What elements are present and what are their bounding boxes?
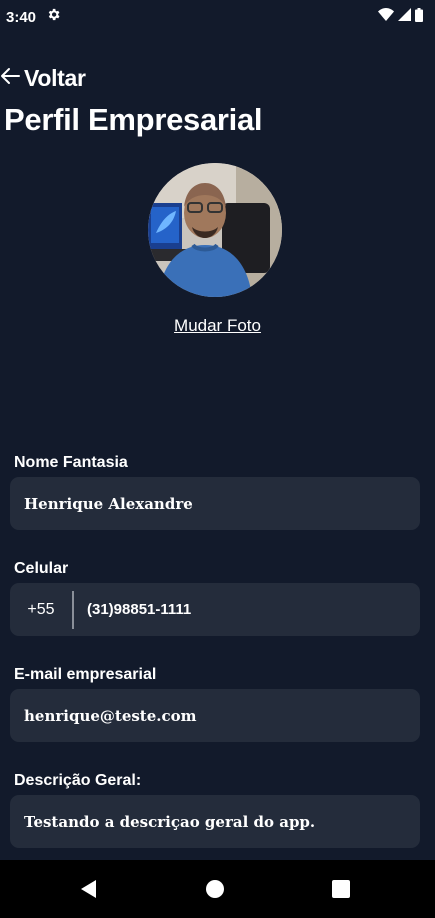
phone-label: Celular xyxy=(14,560,69,577)
battery-icon xyxy=(415,7,423,27)
back-button[interactable]: Voltar xyxy=(0,62,86,94)
email-label: E-mail empresarial xyxy=(14,666,157,683)
cell-signal-icon xyxy=(398,8,411,26)
status-right xyxy=(378,7,423,27)
description-label: Descrição Geral: xyxy=(14,772,142,789)
phone-value: (31)98851-1111 xyxy=(87,601,192,618)
description-value: Testando a descriçao geral do app. xyxy=(24,812,316,831)
avatar xyxy=(148,163,282,297)
trade-name-value: Henrique Alexandre xyxy=(24,494,193,513)
home-circle-icon[interactable] xyxy=(204,878,226,900)
email-value: henrique@teste.com xyxy=(24,706,197,725)
system-nav-bar xyxy=(0,860,435,918)
gear-icon xyxy=(46,7,61,27)
phone-field[interactable]: +55 (31)98851-1111 xyxy=(10,583,420,636)
status-bar: 3:40 xyxy=(0,0,435,34)
change-photo-button[interactable]: Mudar Foto xyxy=(0,316,435,336)
description-field[interactable]: Testando a descriçao geral do app. xyxy=(10,795,420,848)
back-label: Voltar xyxy=(24,64,86,91)
recents-square-icon[interactable] xyxy=(330,878,352,900)
wifi-icon xyxy=(378,8,394,26)
page-title: Perfil Empresarial xyxy=(4,102,263,137)
country-code[interactable]: +55 xyxy=(10,583,72,636)
trade-name-label: Nome Fantasia xyxy=(14,454,128,471)
back-triangle-icon[interactable] xyxy=(78,878,100,900)
trade-name-field[interactable]: Henrique Alexandre xyxy=(10,477,420,530)
arrow-left-icon xyxy=(0,67,20,90)
email-field[interactable]: henrique@teste.com xyxy=(10,689,420,742)
status-time: 3:40 xyxy=(6,8,37,26)
status-left: 3:40 xyxy=(6,7,61,27)
